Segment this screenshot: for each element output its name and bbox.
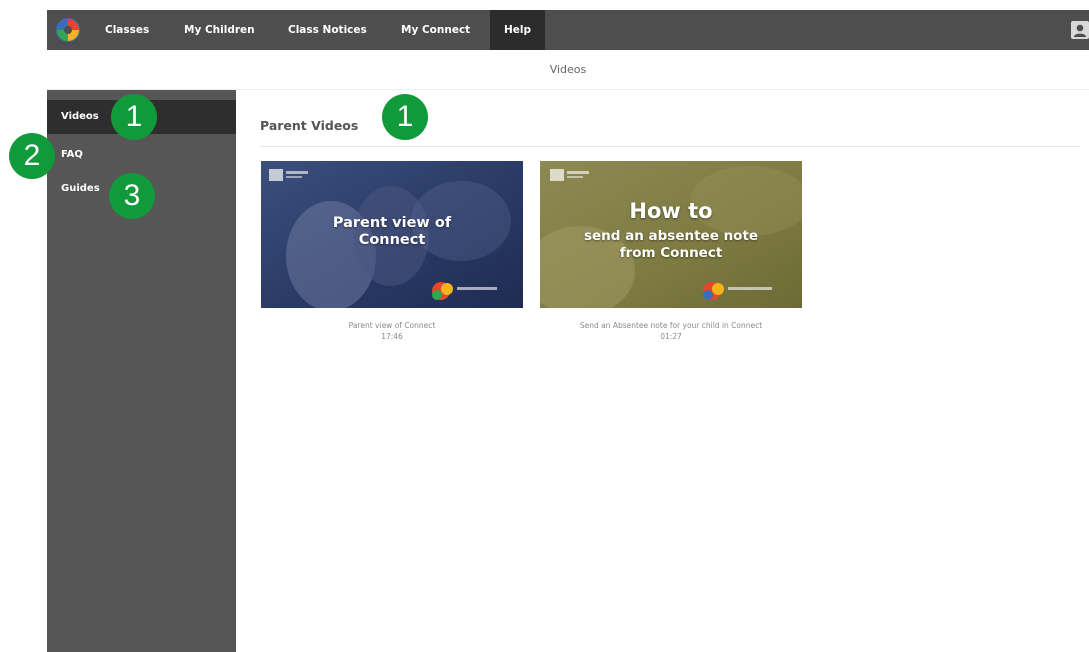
video-title[interactable]: Send an Absentee note for your child in …: [540, 320, 802, 331]
nav-item-my-connect[interactable]: My Connect: [387, 10, 484, 50]
page-title: Videos: [549, 63, 587, 76]
top-navigation-bar: Classes My Children Class Notices My Con…: [47, 10, 1089, 50]
nav-item-classes[interactable]: Classes: [91, 10, 163, 50]
user-icon[interactable]: [1071, 21, 1089, 39]
video-card[interactable]: How to send an absentee note from Connec…: [540, 161, 802, 342]
video-card[interactable]: Parent view of Connect Parent view of Co…: [261, 161, 523, 342]
connect-logo-icon[interactable]: [55, 17, 81, 43]
section-title: Parent Videos: [260, 118, 359, 133]
video-duration: 01:27: [660, 332, 682, 341]
video-thumbnail[interactable]: How to send an absentee note from Connec…: [540, 161, 802, 308]
callout-badge: 2: [9, 133, 55, 179]
video-duration: 17:46: [381, 332, 403, 341]
connect-help-page: Classes My Children Class Notices My Con…: [0, 0, 1089, 652]
nav-item-class-notices[interactable]: Class Notices: [274, 10, 381, 50]
callout-badge: 3: [109, 173, 155, 219]
nav-item-my-children[interactable]: My Children: [170, 10, 269, 50]
video-thumbnail-caption: send an absentee note from Connect: [583, 228, 759, 261]
nav-item-help[interactable]: Help: [490, 10, 546, 50]
video-thumbnail-heading: How to: [629, 199, 713, 223]
section-divider: [260, 146, 1080, 147]
callout-badge: 1: [382, 94, 428, 140]
sidebar-item-faq[interactable]: FAQ: [47, 138, 236, 172]
callout-badge: 1: [111, 94, 157, 140]
video-title[interactable]: Parent view of Connect: [261, 320, 523, 331]
video-thumbnail-caption: Parent view of Connect: [332, 215, 452, 248]
page-title-bar: Videos: [47, 50, 1089, 90]
video-thumbnail[interactable]: Parent view of Connect: [261, 161, 523, 308]
